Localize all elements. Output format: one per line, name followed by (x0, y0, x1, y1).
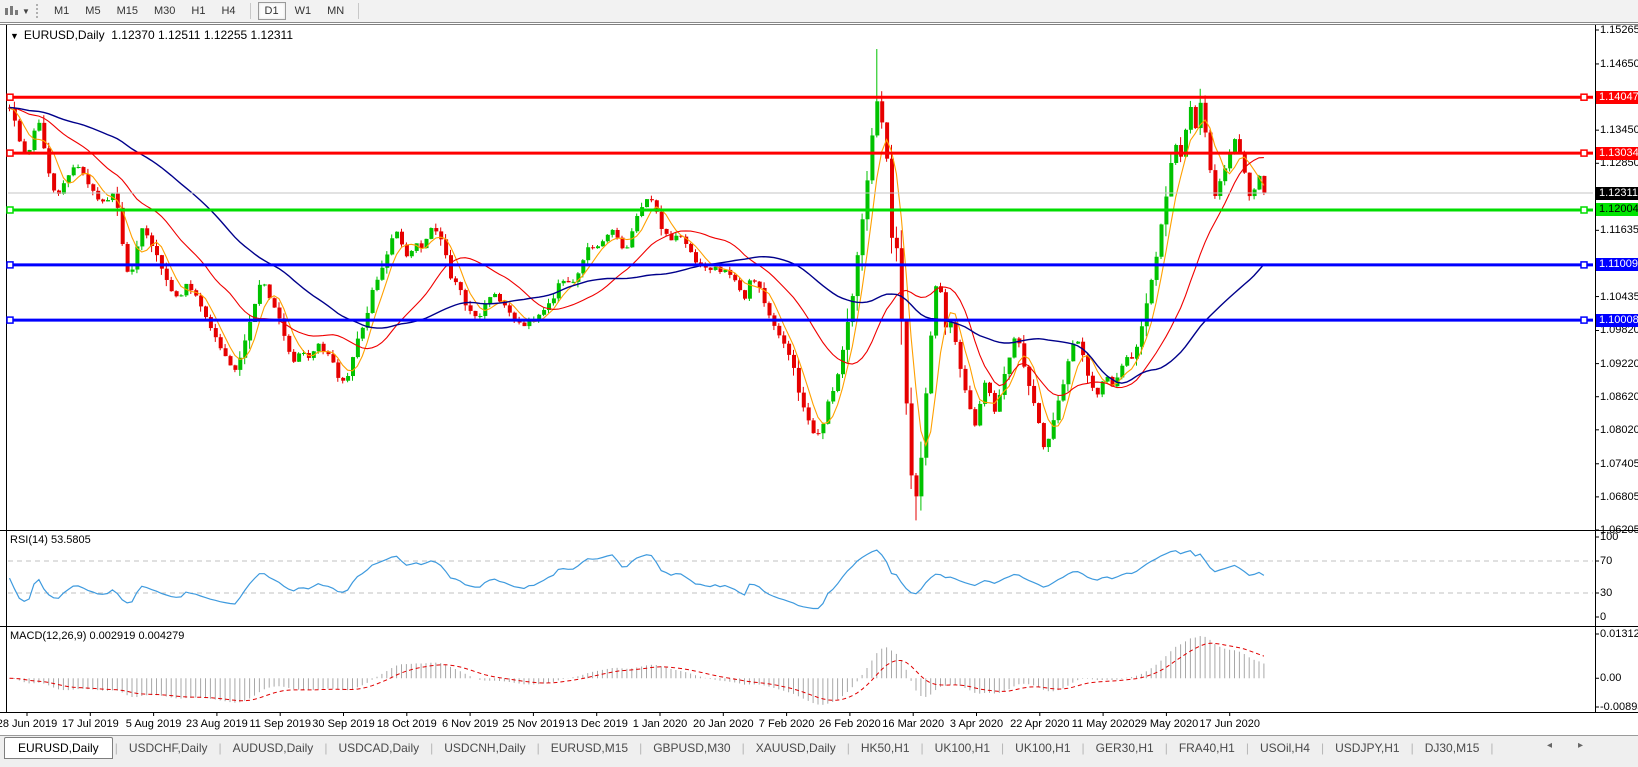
timeframe-button-h1[interactable]: H1 (184, 2, 212, 20)
date-tick: 13 Dec 2019 (565, 718, 628, 730)
price-badge-1.13034: 1.13034 (1596, 146, 1638, 160)
timeframe-button-m5[interactable]: M5 (78, 2, 107, 20)
rsi-tick-70: 70 (1600, 555, 1613, 567)
price-tick-1.07405: 1.07405 (1600, 457, 1638, 470)
tab-scroll-right-icon[interactable]: ▸ (1578, 740, 1583, 751)
date-tick: 5 Aug 2019 (125, 718, 182, 730)
chart-tab-gbpusd-m30[interactable]: GBPUSD,M30 (642, 739, 741, 757)
chart-tab-usdcad-daily[interactable]: USDCAD,Daily (327, 739, 430, 757)
chart-window: ▼ EURUSD,Daily 1.12370 1.12511 1.12255 1.… (0, 24, 1638, 734)
toolbar-separator (249, 3, 251, 19)
macd-tick-zero: 0.00 (1600, 672, 1622, 685)
chart-tab-hk50-h1[interactable]: HK50,H1 (850, 739, 921, 757)
chart-tab-usdjpy-h1[interactable]: USDJPY,H1 (1324, 739, 1410, 757)
timeframe-button-h4[interactable]: H4 (214, 2, 242, 20)
date-tick: 18 Oct 2019 (376, 718, 437, 730)
mt4-window: ▼ M1 M5 M15 M30 H1 H4 D1 W1 MN ▼ EURUSD,Daily 1.1… (0, 0, 1638, 767)
date-tick: 22 Apr 2020 (1010, 718, 1070, 730)
collapse-icon[interactable]: ▼ (10, 31, 19, 41)
chart-title-symbol: EURUSD,Daily (23, 28, 105, 42)
chart-tab-eurusd-m15[interactable]: EURUSD,M15 (540, 739, 639, 757)
date-tick: 25 Nov 2019 (502, 718, 565, 730)
toolbar-separator (358, 3, 360, 19)
current-price-badge: 1.12311 (1596, 186, 1638, 200)
chart-tab-uk100-h1[interactable]: UK100,H1 (924, 739, 1001, 757)
price-tick-1.14650: 1.14650 (1600, 57, 1638, 70)
price-badge-1.10008: 1.10008 (1596, 313, 1638, 327)
timeframe-button-w1[interactable]: W1 (288, 2, 319, 20)
price-tick-1.15265: 1.15265 (1600, 24, 1638, 36)
rsi-indicator-label: RSI(14) 53.5805 (10, 534, 91, 546)
price-tick-1.10435: 1.10435 (1600, 290, 1638, 303)
macd-tick-top: 0.013121 (1600, 628, 1638, 640)
price-badge-1.11009: 1.11009 (1596, 258, 1638, 272)
chart-tab-bar: EURUSD,Daily | USDCHF,Daily | AUDUSD,Daily | U… (0, 735, 1638, 767)
price-badge-1.14047: 1.14047 (1596, 90, 1638, 104)
price-tick-1.06805: 1.06805 (1600, 490, 1638, 503)
chart-type-dropdown-icon[interactable]: ▼ (22, 7, 34, 16)
toolbar: ▼ M1 M5 M15 M30 H1 H4 D1 W1 MN (0, 0, 1638, 23)
rsi-tick-0: 0 (1600, 611, 1607, 623)
timeframe-button-mn[interactable]: MN (320, 2, 351, 20)
chart-tab-usoil-h4[interactable]: USOil,H4 (1249, 739, 1321, 757)
date-tick: 17 Jun 2020 (1199, 718, 1260, 730)
date-tick: 26 Feb 2020 (819, 718, 881, 730)
price-tick-1.08020: 1.08020 (1600, 423, 1638, 436)
tab-separator: | (1490, 741, 1494, 755)
chart-tab-ger30-h1[interactable]: GER30,H1 (1085, 739, 1165, 757)
date-tick: 23 Aug 2019 (185, 718, 248, 730)
chart-canvas[interactable] (0, 24, 1638, 734)
chart-tab-eurusd-daily[interactable]: EURUSD,Daily (4, 737, 113, 759)
tab-scroll-left-icon[interactable]: ◂ (1547, 740, 1552, 751)
rsi-tick-30: 30 (1600, 587, 1613, 599)
timeframe-button-m30[interactable]: M30 (147, 2, 182, 20)
rsi-tick-100: 100 (1600, 531, 1619, 543)
date-tick: 16 Mar 2020 (882, 718, 945, 730)
date-tick: 7 Feb 2020 (758, 718, 815, 730)
macd-tick-bottom: -0.008933 (1600, 701, 1638, 713)
chart-tab-uk100-h1[interactable]: UK100,H1 (1004, 739, 1081, 757)
date-tick: 30 Sep 2019 (312, 718, 375, 730)
chart-tab-audusd-daily[interactable]: AUDUSD,Daily (222, 739, 325, 757)
chart-tab-xauusd-daily[interactable]: XAUUSD,Daily (745, 739, 847, 757)
date-tick: 6 Nov 2019 (441, 718, 499, 730)
timeframe-buttons: M1 M5 M15 M30 H1 H4 D1 W1 MN (46, 2, 365, 20)
chart-type-icon[interactable] (0, 2, 22, 20)
chart-title: ▼ EURUSD,Daily 1.12370 1.12511 1.12255 1.… (10, 28, 293, 42)
chart-tab-fra40-h1[interactable]: FRA40,H1 (1168, 739, 1246, 757)
timeframe-button-m15[interactable]: M15 (110, 2, 145, 20)
price-tick-1.13450: 1.13450 (1600, 124, 1638, 137)
toolbar-grip-handle[interactable] (36, 4, 40, 18)
price-tick-1.08620: 1.08620 (1600, 390, 1638, 403)
macd-indicator-label: MACD(12,26,9) 0.002919 0.004279 (10, 630, 185, 642)
timeframe-button-d1[interactable]: D1 (257, 2, 286, 20)
date-tick: 11 Sep 2019 (249, 718, 311, 730)
chart-tab-dj30-m15[interactable]: DJ30,M15 (1414, 739, 1491, 757)
price-tick-1.09220: 1.09220 (1600, 357, 1638, 370)
tab-scroll-arrows: ◂ ▸ (1547, 740, 1583, 751)
price-badge-1.12004: 1.12004 (1596, 203, 1638, 217)
date-tick: 11 May 2020 (1071, 718, 1135, 730)
date-tick: 20 Jan 2020 (693, 718, 754, 730)
date-tick: 1 Jan 2020 (632, 718, 688, 730)
date-tick: 28 Jun 2019 (0, 718, 58, 730)
date-tick: 29 May 2020 (1134, 718, 1199, 730)
chart-tab-usdcnh-daily[interactable]: USDCNH,Daily (433, 739, 536, 757)
chart-tab-usdchf-daily[interactable]: USDCHF,Daily (118, 739, 219, 757)
chart-title-ohlc: 1.12370 1.12511 1.12255 1.12311 (111, 28, 294, 42)
date-tick: 17 Jul 2019 (61, 718, 119, 730)
chart-tabs: EURUSD,Daily | USDCHF,Daily | AUDUSD,Daily | U… (4, 737, 1494, 759)
price-tick-1.11635: 1.11635 (1600, 224, 1638, 237)
timeframe-button-m1[interactable]: M1 (47, 2, 76, 20)
date-tick: 3 Apr 2020 (949, 718, 1004, 730)
